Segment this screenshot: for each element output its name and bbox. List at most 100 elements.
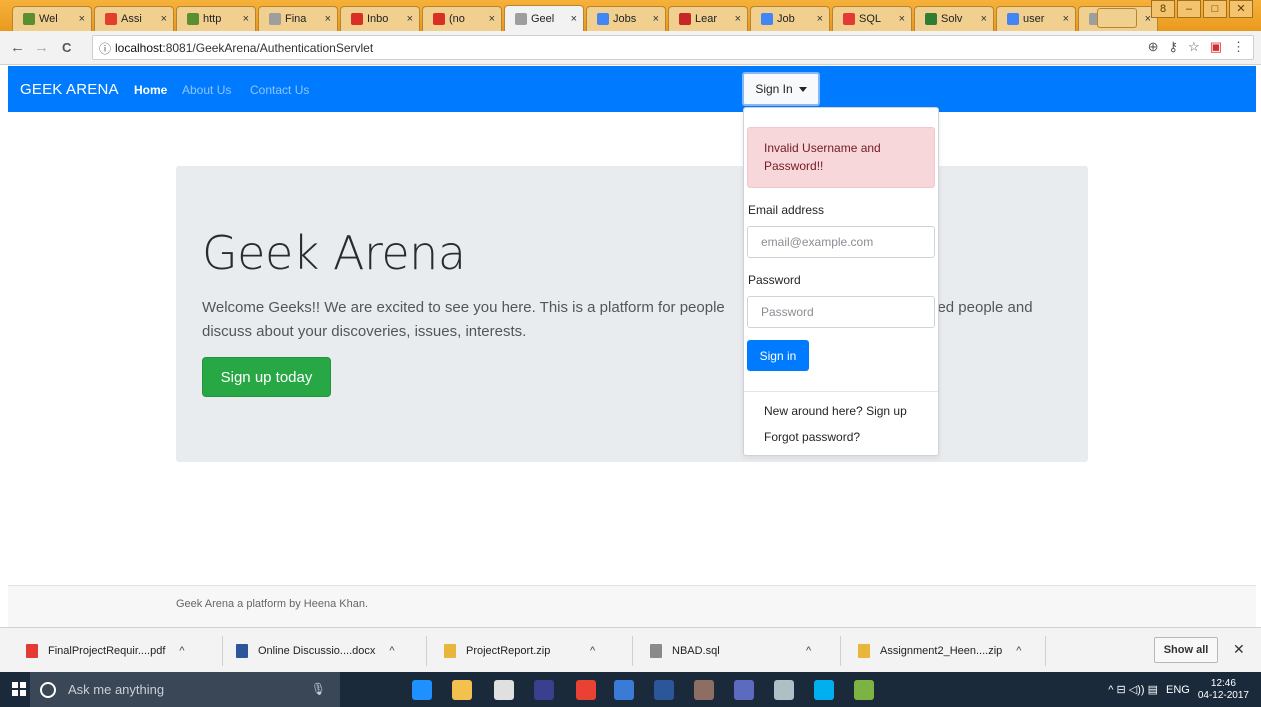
tab-close-icon[interactable]: × (735, 13, 741, 25)
tab-close-icon[interactable]: × (981, 13, 987, 25)
info-icon[interactable]: ⓘ (99, 40, 111, 57)
menu-icon[interactable]: ⋮ (1232, 39, 1245, 55)
app2-icon[interactable] (694, 680, 714, 700)
chevron-up-icon[interactable]: ^ (389, 645, 394, 657)
download-item[interactable]: FinalProjectRequir....pdf ^ (26, 637, 185, 665)
browser-tab[interactable]: Jobs × (586, 6, 666, 31)
tab-close-icon[interactable]: × (407, 13, 413, 25)
microphone-icon[interactable]: 🎙 (311, 682, 326, 696)
app5-icon[interactable] (854, 680, 874, 700)
show-all-downloads-button[interactable]: Show all (1154, 637, 1218, 663)
browser-tab[interactable]: Fina × (258, 6, 338, 31)
browser-tab[interactable]: Solv × (914, 6, 994, 31)
favicon-icon (515, 12, 527, 25)
close-shelf-icon[interactable]: ✕ (1233, 641, 1245, 658)
skype-icon[interactable] (814, 680, 834, 700)
download-item[interactable]: Assignment2_Heen....zip ^ (858, 637, 1021, 665)
brand-logo[interactable]: GEEK ARENA (20, 81, 119, 98)
key-icon[interactable]: ⚷ (1169, 39, 1179, 55)
tray-icons[interactable]: ^ ⊟ ◁)) ▤ (1108, 683, 1158, 696)
download-item[interactable]: Online Discussio....docx ^ (236, 637, 395, 665)
tab-close-icon[interactable]: × (653, 13, 659, 25)
minimize-button[interactable]: – (1177, 0, 1201, 18)
file-icon (858, 644, 870, 658)
browser-tab[interactable]: Geel × (504, 5, 584, 31)
address-bar[interactable]: ⓘ localhost:8081/GeekArena/Authenticatio… (92, 35, 1254, 60)
browser-tab[interactable]: Lear × (668, 6, 748, 31)
browser-tab[interactable]: Job × (750, 6, 830, 31)
browser-tab[interactable]: Wel × (12, 6, 92, 31)
favicon-icon (925, 13, 937, 25)
site-footer: Geek Arena a platform by Heena Khan. (8, 585, 1256, 628)
store-icon[interactable] (494, 680, 514, 700)
browser-tab[interactable]: http × (176, 6, 256, 31)
edge-icon[interactable] (412, 680, 432, 700)
forward-icon[interactable]: → (34, 39, 49, 56)
word-icon[interactable] (654, 680, 674, 700)
chevron-up-icon[interactable]: ^ (1016, 645, 1021, 657)
hero-lead-line2: discuss about your discoveries, issues, … (202, 323, 527, 340)
tab-close-icon[interactable]: × (571, 13, 577, 25)
tab-label: Fina (285, 13, 307, 25)
nav-contact-us[interactable]: Contact Us (250, 83, 309, 97)
nav-home[interactable]: Home (134, 83, 167, 97)
windows-start-icon[interactable] (12, 682, 26, 696)
eclipse-icon[interactable] (534, 680, 554, 700)
tab-close-icon[interactable]: × (817, 13, 823, 25)
forgot-password-link[interactable]: Forgot password? (764, 430, 860, 444)
reload-icon[interactable]: C (62, 40, 71, 55)
tab-close-icon[interactable]: × (899, 13, 905, 25)
sign-in-button[interactable]: Sign in (747, 340, 809, 371)
browser-tab[interactable]: Assi × (94, 6, 174, 31)
tab-label: Wel (39, 13, 58, 25)
language-indicator[interactable]: ENG (1166, 684, 1190, 696)
sign-in-toggle-label: Sign In (755, 82, 793, 96)
email-field[interactable] (759, 234, 933, 250)
app-icon[interactable] (614, 680, 634, 700)
cortana-search-box[interactable]: Ask me anything 🎙 (30, 672, 340, 707)
maximize-button[interactable]: □ (1203, 0, 1227, 18)
password-field[interactable] (759, 304, 933, 320)
chevron-up-icon[interactable]: ^ (806, 645, 811, 657)
close-window-button[interactable]: ✕ (1229, 0, 1253, 18)
tab-close-icon[interactable]: × (243, 13, 249, 25)
app4-icon[interactable] (774, 680, 794, 700)
browser-tab[interactable]: (no × (422, 6, 502, 31)
tab-close-icon[interactable]: × (161, 13, 167, 25)
tab-label: Solv (941, 13, 963, 25)
app3-icon[interactable] (734, 680, 754, 700)
chevron-up-icon[interactable]: ^ (179, 645, 184, 657)
user-icon[interactable]: 8 (1151, 0, 1175, 18)
file-icon (236, 644, 248, 658)
dropdown-divider (744, 391, 938, 392)
sign-up-link[interactable]: New around here? Sign up (764, 404, 907, 418)
tab-label: Geel (531, 12, 555, 25)
browser-tab-strip: Wel × Assi × http × Fina × Inbo × (no × Geel × Jobs × Le… (0, 0, 1261, 31)
browser-tab[interactable]: user × (996, 6, 1076, 31)
browser-tab[interactable]: Inbo × (340, 6, 420, 31)
tab-close-icon[interactable]: × (79, 13, 85, 25)
windows-taskbar: Ask me anything 🎙 ^ ⊟ ◁)) ▤ ENG 12:46 04… (0, 672, 1261, 707)
back-icon[interactable]: ← (10, 39, 25, 56)
bookmark-star-icon[interactable]: ☆ (1188, 39, 1200, 55)
new-tab-button[interactable] (1097, 8, 1137, 28)
favicon-icon (1007, 13, 1019, 25)
tab-close-icon[interactable]: × (489, 13, 495, 25)
chevron-up-icon[interactable]: ^ (590, 645, 595, 657)
url-text[interactable]: localhost:8081/GeekArena/AuthenticationS… (115, 41, 373, 55)
sign-in-dropdown-toggle[interactable]: Sign In (742, 72, 820, 106)
tab-close-icon[interactable]: × (1063, 13, 1069, 25)
tab-close-icon[interactable]: × (325, 13, 331, 25)
sign-up-today-button[interactable]: Sign up today (202, 357, 331, 397)
chrome-icon[interactable] (576, 680, 596, 700)
zoom-icon[interactable]: ⊕ (1148, 39, 1159, 55)
browser-tab[interactable]: SQL × (832, 6, 912, 31)
download-filename: Assignment2_Heen....zip (880, 645, 1003, 657)
download-separator (1045, 636, 1046, 666)
file-explorer-icon[interactable] (452, 680, 472, 700)
download-item[interactable]: NBAD.sql ^ (650, 637, 811, 665)
extension-icon[interactable]: ▣ (1210, 39, 1222, 55)
clock[interactable]: 12:46 04-12-2017 (1198, 678, 1249, 702)
download-item[interactable]: ProjectReport.zip ^ (444, 637, 595, 665)
nav-about-us[interactable]: About Us (182, 83, 231, 97)
